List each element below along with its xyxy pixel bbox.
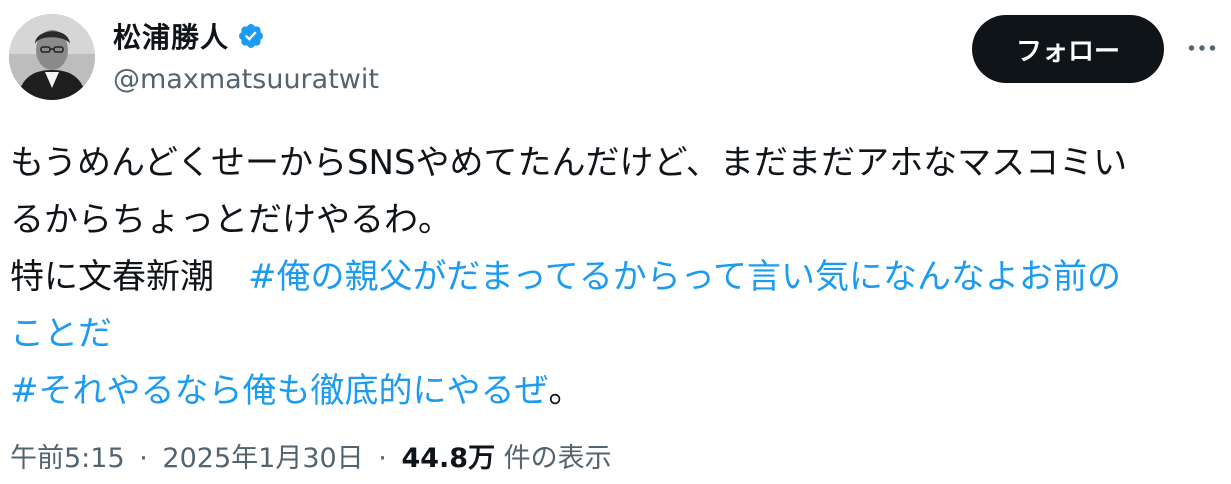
view-count-label: 件の表示: [503, 443, 612, 474]
tweet-meta: 午前5:15 · 2025年1月30日 · 44.8万 件の表示: [10, 436, 612, 475]
view-count[interactable]: 44.8万: [401, 443, 495, 474]
more-options-button[interactable]: [1184, 30, 1220, 66]
tweet-date[interactable]: 2025年1月30日: [162, 443, 363, 474]
hashtag-link-1[interactable]: #俺の親父がだまってるからって言い気になんなよお前の: [248, 257, 1121, 297]
tweet-card: 松浦勝人 @maxmatsuuratwit フォロー もうめんどくせーからSNS…: [0, 0, 1231, 484]
author-handle[interactable]: @maxmatsuuratwit: [113, 64, 379, 95]
tweet-text: もうめんどくせーからSNSやめてたんだけど、まだまだアホなマスコミい るからちょ…: [10, 135, 1215, 420]
meta-separator: ·: [378, 443, 387, 474]
meta-separator: ·: [139, 443, 148, 474]
follow-button[interactable]: フォロー: [972, 15, 1164, 83]
author-name-row[interactable]: 松浦勝人: [113, 16, 265, 56]
author-display-name[interactable]: 松浦勝人: [113, 16, 229, 56]
avatar[interactable]: [9, 14, 95, 100]
tweet-text-line: 特に文春新潮 #俺の親父がだまってるからって言い気になんなよお前の: [10, 249, 1215, 306]
more-horizontal-icon: [1188, 45, 1216, 51]
tweet-text-line: ことだ: [10, 306, 1215, 363]
tweet-time[interactable]: 午前5:15: [10, 443, 125, 474]
tweet-text-segment: 特に文春新潮: [10, 257, 214, 297]
verified-badge-icon[interactable]: [237, 22, 265, 50]
tweet-text-line: もうめんどくせーからSNSやめてたんだけど、まだまだアホなマスコミい: [10, 143, 1128, 183]
tweet-text-line: #それやるなら俺も徹底的にやるぜ。: [10, 363, 1215, 420]
hashtag-link-2[interactable]: #それやるなら俺も徹底的にやるぜ: [10, 371, 549, 411]
profile-photo-avatar: [9, 14, 95, 100]
hashtag-link-1-continued[interactable]: ことだ: [10, 314, 112, 354]
tweet-text-line: るからちょっとだけやるわ。: [10, 200, 452, 240]
tweet-text-segment: 。: [548, 371, 583, 411]
